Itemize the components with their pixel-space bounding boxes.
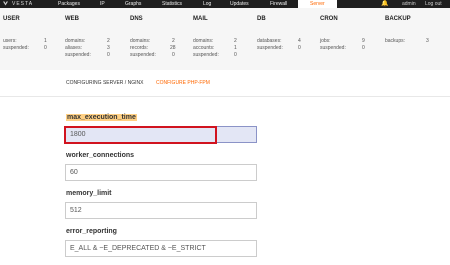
stats-dns-domains: domains: 2: [130, 38, 175, 44]
memory-limit-input[interactable]: 512: [65, 202, 257, 219]
label-worker-connections: worker_connections: [66, 152, 135, 159]
stats-db-databases: databases: 4: [257, 38, 301, 44]
stats-cron[interactable]: CRON: [320, 16, 338, 22]
nav-server[interactable]: Server: [298, 0, 337, 8]
stats-mail-accounts: accounts: 1: [193, 45, 237, 51]
stats-dns-title: DNS: [130, 16, 143, 22]
stats-backup-title: BACKUP: [385, 16, 411, 22]
stats-web[interactable]: WEB: [65, 16, 79, 22]
stats-panel: USER users: 1 suspended: 0 WEB domains: 2 a…: [0, 8, 450, 70]
stats-user[interactable]: USER: [3, 16, 20, 22]
nav-firewall[interactable]: Firewall: [270, 1, 287, 7]
nav-packages[interactable]: Packages: [58, 1, 80, 7]
stats-backup[interactable]: BACKUP: [385, 16, 411, 22]
nav-graphs[interactable]: Graphs: [125, 1, 141, 7]
app-logo[interactable]: VESTA: [12, 1, 33, 7]
stats-web-aliases: aliases: 3: [65, 45, 110, 51]
stats-mail-title: MAIL: [193, 16, 208, 22]
stats-mail-domains: domains: 2: [193, 38, 237, 44]
stats-cron-suspended: suspended: 0: [320, 45, 365, 51]
stats-mail-suspended: suspended: 0: [193, 52, 237, 58]
stats-cron-title: CRON: [320, 16, 338, 22]
username-link[interactable]: admin: [402, 1, 416, 7]
stats-db-suspended: suspended: 0: [257, 45, 301, 51]
label-max-execution-time: max_execution_time: [66, 114, 137, 121]
worker-connections-input[interactable]: 60: [65, 164, 257, 181]
label-error-reporting: error_reporting: [66, 228, 117, 235]
stats-user-title: USER: [3, 16, 20, 22]
label-memory-limit: memory_limit: [66, 190, 112, 197]
stats-db[interactable]: DB: [257, 16, 266, 22]
stats-backup-backups: backups: 3: [385, 38, 429, 44]
stats-web-suspended: suspended: 0: [65, 52, 110, 58]
stats-db-title: DB: [257, 16, 266, 22]
highlight-box: [64, 126, 217, 144]
stats-web-domains: domains: 2: [65, 38, 110, 44]
stats-web-title: WEB: [65, 16, 79, 22]
stats-cron-jobs: jobs: 9: [320, 38, 365, 44]
nav-statistics[interactable]: Statistics: [162, 1, 182, 7]
stats-dns-suspended: suspended: 0: [130, 52, 175, 58]
stats-user-suspended: suspended: 0: [3, 45, 47, 51]
stats-dns-records: records: 28: [130, 45, 176, 51]
tab-configure-php-fpm[interactable]: CONFIGURE PHP-FPM: [156, 80, 210, 86]
error-reporting-input[interactable]: E_ALL & ~E_DEPRECATED & ~E_STRICT: [65, 240, 257, 257]
tab-configure-nginx[interactable]: CONFIGURING SERVER / NGINX: [66, 80, 143, 86]
nav-log[interactable]: Log: [203, 1, 211, 7]
vesta-logo-icon: [3, 1, 8, 6]
nav-ip[interactable]: IP: [100, 1, 105, 7]
nav-updates[interactable]: Updates: [230, 1, 249, 7]
stats-user-users: users: 1: [3, 38, 47, 44]
bell-icon[interactable]: 🔔: [381, 0, 388, 7]
section-divider: [0, 96, 450, 97]
stats-mail[interactable]: MAIL: [193, 16, 208, 22]
logout-link[interactable]: Log out: [425, 1, 442, 7]
stats-dns[interactable]: DNS: [130, 16, 143, 22]
top-navbar: VESTA Packages IP Graphs Statistics Log …: [0, 0, 450, 8]
